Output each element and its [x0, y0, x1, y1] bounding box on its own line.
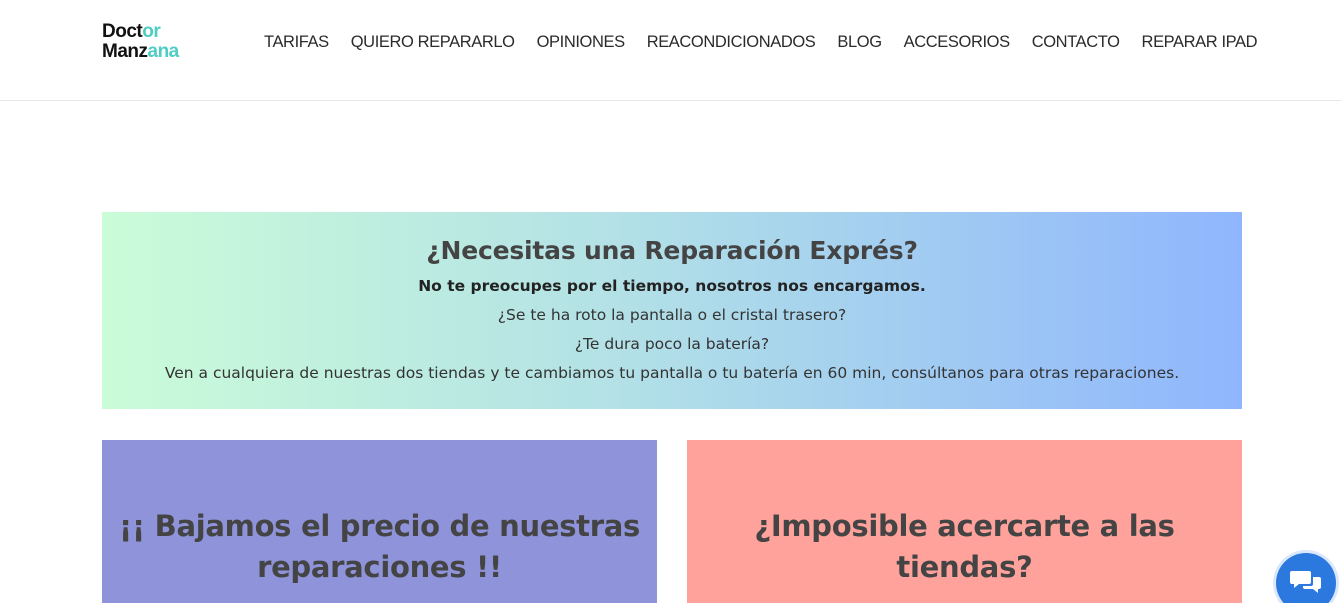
nav-item-blog[interactable]: BLOG: [826, 30, 892, 54]
logo-text: Manz: [102, 41, 148, 62]
logo-text-accent: or: [142, 21, 161, 42]
nav-item-opiniones[interactable]: OPINIONES: [526, 30, 636, 54]
chat-bubbles-icon: [1290, 571, 1321, 593]
logo[interactable]: Doctor Manzana: [102, 22, 179, 62]
banner-title: ¿Necesitas una Reparación Exprés?: [426, 236, 918, 265]
main-nav: TARIFAS QUIERO REPARARLO OPINIONES REACO…: [253, 30, 1268, 54]
nav-item-reacondicionados[interactable]: REACONDICIONADOS: [636, 30, 827, 54]
express-repair-banner: ¿Necesitas una Reparación Exprés? No te …: [102, 212, 1242, 409]
nav-item-contacto[interactable]: CONTACTO: [1021, 30, 1131, 54]
logo-text: Doct: [102, 21, 143, 42]
logo-text-accent: ana: [147, 41, 180, 62]
banner-line-screen: ¿Se te ha roto la pantalla o el cristal …: [497, 306, 847, 324]
price-drop-card: ¡¡ Bajamos el precio de nuestras reparac…: [102, 440, 657, 603]
price-drop-title: ¡¡ Bajamos el precio de nuestras reparac…: [119, 509, 640, 584]
remote-repair-title: ¿Imposible acercarte a las tiendas?: [754, 509, 1175, 584]
nav-item-quiero-repararlo[interactable]: QUIERO REPARARLO: [340, 30, 526, 54]
banner-line-stores: Ven a cualquiera de nuestras dos tiendas…: [164, 364, 1180, 382]
remote-repair-card: ¿Imposible acercarte a las tiendas?: [687, 440, 1242, 603]
logo-line-1: Doctor: [102, 22, 179, 42]
banner-line-battery: ¿Te dura poco la batería?: [574, 335, 770, 353]
site-header: Doctor Manzana TARIFAS QUIERO REPARARLO …: [0, 0, 1341, 101]
chat-button[interactable]: [1276, 553, 1336, 603]
nav-item-reparar-ipad[interactable]: REPARAR IPAD: [1131, 30, 1269, 54]
banner-subtitle: No te preocupes por el tiempo, nosotros …: [418, 277, 926, 295]
nav-item-tarifas[interactable]: TARIFAS: [253, 30, 340, 54]
logo-line-2: Manzana: [102, 42, 179, 62]
nav-item-accesorios[interactable]: ACCESORIOS: [893, 30, 1021, 54]
